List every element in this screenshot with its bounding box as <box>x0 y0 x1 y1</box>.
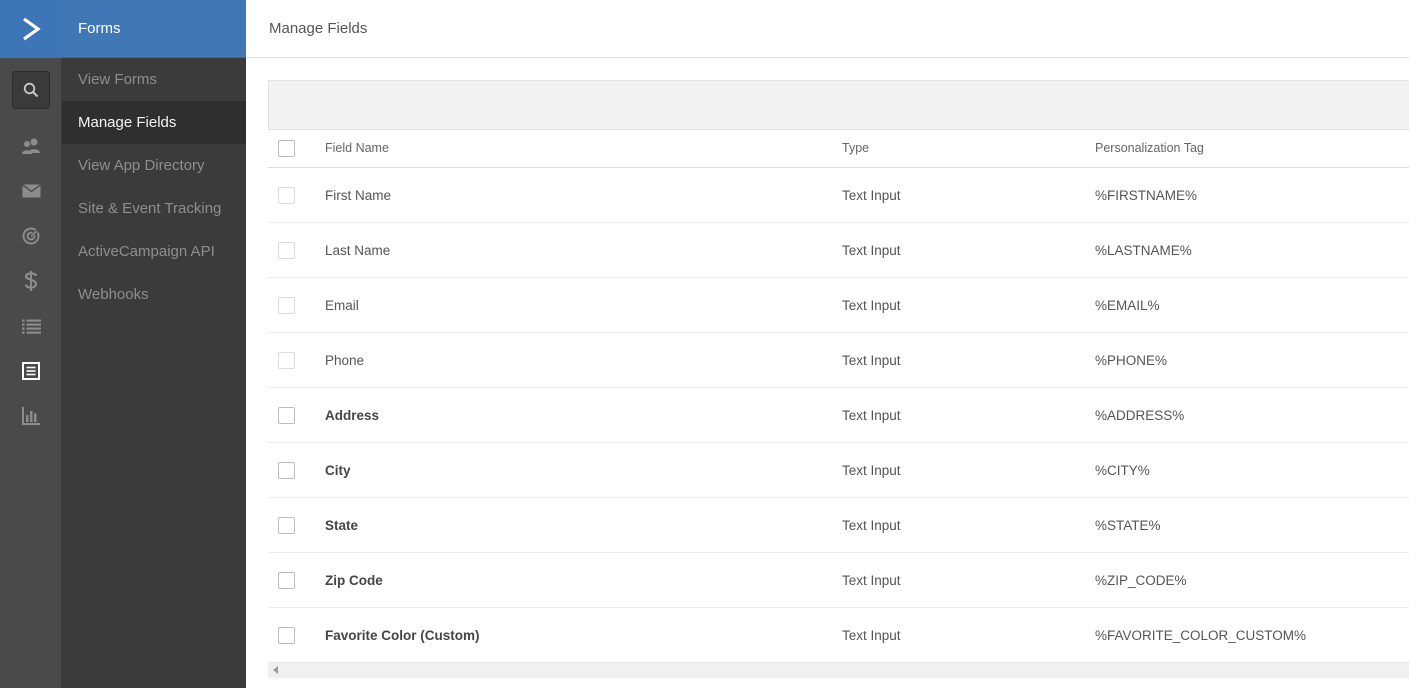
nav-forms[interactable] <box>0 356 62 386</box>
submenu-item-activecampaign-api[interactable]: ActiveCampaign API <box>62 230 246 273</box>
personalization-tag-cell: %PHONE% <box>1095 352 1168 368</box>
column-header-type[interactable]: Type <box>842 129 869 167</box>
logo-chevron-icon <box>23 17 41 41</box>
submenu-item-webhooks[interactable]: Webhooks <box>62 273 246 316</box>
bar-chart-icon <box>22 407 40 425</box>
table-toolbar <box>268 80 1409 130</box>
row-checkbox <box>278 242 295 259</box>
field-name-cell: Phone <box>325 352 365 368</box>
field-type-cell: Text Input <box>842 352 901 368</box>
field-type-cell: Text Input <box>842 297 901 313</box>
table-row[interactable]: City Text Input %CITY% <box>268 443 1409 498</box>
submenu-item-view-forms[interactable]: View Forms <box>62 58 246 101</box>
envelope-icon <box>21 184 41 198</box>
field-type-cell: Text Input <box>842 242 901 258</box>
select-all-checkbox[interactable] <box>278 140 295 157</box>
nav-deals[interactable] <box>0 266 62 296</box>
table-row: Last Name Text Input %LASTNAME% <box>268 223 1409 278</box>
table-row[interactable]: State Text Input %STATE% <box>268 498 1409 553</box>
personalization-tag-cell: %ZIP_CODE% <box>1095 572 1187 588</box>
table-row: First Name Text Input %FIRSTNAME% <box>268 168 1409 223</box>
contacts-icon <box>22 138 40 154</box>
field-name-cell: First Name <box>325 187 392 203</box>
personalization-tag-cell: %FAVORITE_COLOR_CUSTOM% <box>1095 627 1307 643</box>
nav-automations[interactable] <box>0 221 62 251</box>
column-header-field-name[interactable]: Field Name <box>325 129 389 167</box>
personalization-tag-cell: %EMAIL% <box>1095 297 1160 313</box>
search-icon <box>23 82 39 98</box>
fields-table: Field Name Type Personalization Tag Firs… <box>268 129 1409 663</box>
row-checkbox[interactable] <box>278 517 295 534</box>
personalization-tag-cell: %ADDRESS% <box>1095 407 1185 423</box>
personalization-tag-cell: %STATE% <box>1095 517 1161 533</box>
row-checkbox <box>278 352 295 369</box>
nav-contacts[interactable] <box>0 131 62 161</box>
document-icon <box>22 362 40 380</box>
field-name-link[interactable]: State <box>325 498 358 552</box>
personalization-tag-cell: %CITY% <box>1095 462 1150 478</box>
list-icon <box>21 319 41 334</box>
scroll-left-arrow-icon[interactable] <box>273 666 278 674</box>
field-type-cell: Text Input <box>842 627 901 643</box>
forms-submenu: Forms View Forms Manage Fields View App … <box>62 0 246 688</box>
personalization-tag-cell: %LASTNAME% <box>1095 242 1192 258</box>
field-name-cell: Email <box>325 297 359 313</box>
row-checkbox[interactable] <box>278 627 295 644</box>
table-header-row: Field Name Type Personalization Tag <box>268 129 1409 168</box>
field-name-link[interactable]: City <box>325 443 351 497</box>
field-name-link[interactable]: Address <box>325 388 379 442</box>
column-header-personalization-tag[interactable]: Personalization Tag <box>1095 129 1204 167</box>
table-row[interactable]: Zip Code Text Input %ZIP_CODE% <box>268 553 1409 608</box>
nav-lists[interactable] <box>0 311 62 341</box>
submenu-item-view-app-directory[interactable]: View App Directory <box>62 144 246 187</box>
submenu-item-site-event-tracking[interactable]: Site & Event Tracking <box>62 187 246 230</box>
row-checkbox <box>278 297 295 314</box>
field-type-cell: Text Input <box>842 462 901 478</box>
main-content: Manage Fields Field Name Type Personaliz… <box>246 0 1409 688</box>
field-type-cell: Text Input <box>842 187 901 203</box>
field-type-cell: Text Input <box>842 407 901 423</box>
dollar-icon <box>24 271 38 291</box>
row-checkbox[interactable] <box>278 407 295 424</box>
nav-reports[interactable] <box>0 401 62 431</box>
page-title: Manage Fields <box>269 20 368 37</box>
row-checkbox <box>278 187 295 204</box>
target-icon <box>22 227 40 245</box>
nav-campaigns[interactable] <box>0 176 62 206</box>
submenu-item-manage-fields[interactable]: Manage Fields <box>62 101 246 144</box>
table-row: Phone Text Input %PHONE% <box>268 333 1409 388</box>
field-name-cell: Last Name <box>325 242 391 258</box>
icon-rail <box>0 0 62 688</box>
page-header: Manage Fields <box>246 0 1409 58</box>
table-row[interactable]: Address Text Input %ADDRESS% <box>268 388 1409 443</box>
field-name-link[interactable]: Zip Code <box>325 553 383 607</box>
field-type-cell: Text Input <box>842 572 901 588</box>
row-checkbox[interactable] <box>278 572 295 589</box>
table-row[interactable]: Favorite Color (Custom) Text Input %FAVO… <box>268 608 1409 663</box>
app-logo[interactable] <box>0 0 62 58</box>
personalization-tag-cell: %FIRSTNAME% <box>1095 187 1198 203</box>
search-button[interactable] <box>12 71 50 109</box>
row-checkbox[interactable] <box>278 462 295 479</box>
field-name-link[interactable]: Favorite Color (Custom) <box>325 608 480 662</box>
table-row: Email Text Input %EMAIL% <box>268 278 1409 333</box>
horizontal-scrollbar[interactable] <box>268 662 1409 678</box>
submenu-title: Forms <box>62 0 246 58</box>
field-type-cell: Text Input <box>842 517 901 533</box>
